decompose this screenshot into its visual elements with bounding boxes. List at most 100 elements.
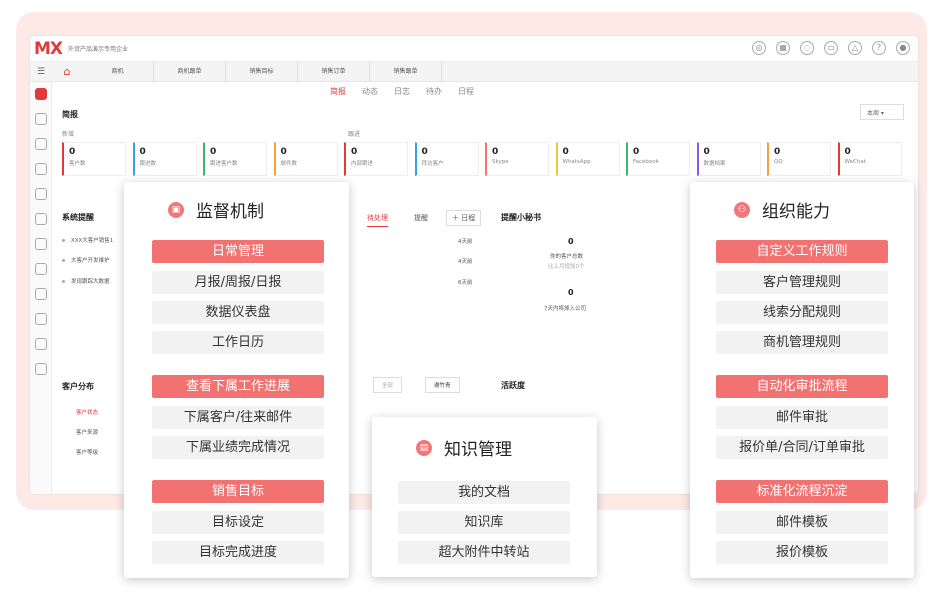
drop-count-value: 0 (568, 288, 574, 297)
lead-rules-item[interactable]: 线索分配规则 (716, 301, 888, 324)
period-select[interactable]: 本周 ▾ (860, 104, 904, 120)
subnav-activity[interactable]: 动态 (362, 86, 378, 97)
organization-title: 组织能力 (762, 202, 830, 222)
logo: MX (34, 38, 63, 59)
sidebar-contacts-icon[interactable] (34, 138, 47, 150)
kpi-label: 跟进数 (139, 161, 157, 167)
mail-approval-item[interactable]: 邮件审批 (716, 406, 888, 429)
whatsapp-icon[interactable]: ◌ (800, 41, 814, 55)
kpi-label: WeChat (844, 159, 866, 165)
customer-growth: 比上月增加0个 (548, 264, 585, 270)
company-name: 外贸产品演示专用企业 (68, 46, 129, 53)
tab-sales-follow[interactable]: 销售跟单 (370, 61, 442, 82)
report-item[interactable]: 月报/周报/日报 (152, 271, 324, 294)
target-setting-item[interactable]: 目标设定 (152, 511, 324, 534)
alert-item[interactable]: 发现跟踪大数据 (62, 277, 110, 285)
kpi-tile[interactable]: 0 客户数 (62, 142, 126, 176)
kpi-tile[interactable]: 0 跟进客户数 (203, 142, 267, 176)
knowledge-title: 知识管理 (444, 440, 512, 460)
sidebar-bag-icon[interactable] (34, 338, 47, 350)
alert-item[interactable]: 大客户开发维护 (62, 256, 110, 264)
avatar-icon[interactable]: ● (896, 41, 910, 55)
add-schedule-button[interactable]: ＋ 日程 (446, 210, 482, 226)
quote-approval-item[interactable]: 报价单/合同/订单审批 (716, 436, 888, 459)
tab-opportunity[interactable]: 商机 (82, 61, 154, 82)
subnav-todo[interactable]: 待办 (426, 86, 442, 97)
kpi-tile[interactable]: 0 WhatsApp (555, 142, 620, 176)
distribution-status[interactable]: 客户状态 (76, 408, 98, 416)
approval-flow-header[interactable]: 自动化审批流程 (716, 375, 888, 398)
target-progress-item[interactable]: 目标完成进度 (152, 541, 324, 564)
subordinate-performance-item[interactable]: 下属业绩完成情况 (152, 436, 324, 459)
headset-icon[interactable]: ◎ (752, 41, 766, 55)
tab-sales-target[interactable]: 销售目标 (226, 61, 298, 82)
subnav-brief[interactable]: 简报 (330, 86, 346, 97)
calendar-icon[interactable]: ▭ (824, 41, 838, 55)
help-icon[interactable]: ? (872, 41, 886, 55)
kpi-tile[interactable]: 0 跟进数 (132, 142, 197, 176)
sidebar-mail-icon[interactable] (34, 163, 47, 175)
custom-rules-header[interactable]: 自定义工作规则 (716, 240, 888, 263)
tab-pending[interactable]: 待处理 (367, 213, 388, 227)
subnav-log[interactable]: 日志 (394, 86, 410, 97)
mail-template-item[interactable]: 邮件模板 (716, 511, 888, 534)
organization-header: ⚇ 组织能力 (734, 197, 830, 222)
dashboard-item[interactable]: 数据仪表盘 (152, 301, 324, 324)
kpi-tile[interactable]: 0 内部跟进 (344, 142, 408, 176)
system-alert-title: 系统提醒 (62, 213, 94, 222)
kpi-value: 0 (421, 147, 428, 157)
apps-icon[interactable]: ▦ (776, 41, 790, 55)
tab-remind[interactable]: 提醒 (414, 213, 428, 223)
drop-count-label: 7天内将掉入公司 (544, 306, 586, 312)
sales-target-header[interactable]: 销售目标 (152, 480, 324, 503)
filter-user-select[interactable]: 谢竹青 (425, 377, 460, 393)
filter-all-select[interactable]: 全部 (373, 377, 403, 393)
sidebar-camera-icon[interactable] (34, 188, 47, 200)
kpi-value: 0 (210, 147, 217, 157)
distribution-source[interactable]: 客户来源 (76, 428, 98, 436)
top-bar: MX 外贸产品演示专用企业 ◎ ▦ ◌ ▭ △ ? ● (30, 36, 918, 62)
kpi-tile[interactable]: 0 邮件数 (273, 142, 338, 176)
customer-rules-item[interactable]: 客户管理规则 (716, 271, 888, 294)
menu-icon[interactable]: ☰ (30, 67, 52, 77)
kpi-tile[interactable]: 0 WeChat (837, 142, 902, 176)
tab-sales-order[interactable]: 销售订单 (298, 61, 370, 82)
top-icons: ◎ ▦ ◌ ▭ △ ? ● (752, 41, 910, 55)
quote-template-item[interactable]: 报价模板 (716, 541, 888, 564)
sidebar-doc-icon[interactable] (34, 263, 47, 275)
sidebar-report-icon[interactable] (34, 363, 47, 375)
alert-item[interactable]: XXX大客户销售1 (62, 236, 113, 244)
subordinate-customers-item[interactable]: 下属客户/往来邮件 (152, 406, 324, 429)
distribution-level[interactable]: 客户等级 (76, 448, 98, 456)
knowledge-header: ▤ 知识管理 (416, 435, 512, 460)
kpi-tile[interactable]: 0 拜访客户 (414, 142, 479, 176)
standard-process-header[interactable]: 标准化流程沉淀 (716, 480, 888, 503)
book-icon: ▤ (416, 439, 432, 456)
sidebar-home-icon[interactable] (34, 88, 47, 100)
kpi-tile[interactable]: 0 QQ (767, 142, 831, 176)
opportunity-rules-item[interactable]: 商机管理规则 (716, 331, 888, 354)
kpi-tile[interactable]: 0 Facebook (626, 142, 690, 176)
kpi-value: 0 (351, 147, 358, 157)
supervision-header: ▣ 监督机制 (168, 197, 264, 222)
activity-title: 活跃度 (501, 381, 525, 390)
work-calendar-item[interactable]: 工作日历 (152, 331, 324, 354)
kpi-tile[interactable]: 0 Skype (485, 142, 549, 176)
sidebar-list-icon[interactable] (34, 288, 47, 300)
tab-opportunity-follow[interactable]: 商机跟单 (154, 61, 226, 82)
sidebar-compass-icon[interactable] (34, 213, 47, 225)
sidebar-a-icon[interactable] (34, 238, 47, 250)
bell-icon[interactable]: △ (848, 41, 862, 55)
my-documents-item[interactable]: 我的文档 (398, 481, 570, 504)
large-attachment-item[interactable]: 超大附件中转站 (398, 541, 570, 564)
daily-management-header[interactable]: 日常管理 (152, 240, 324, 263)
knowledge-base-item[interactable]: 知识库 (398, 511, 570, 534)
sidebar-chat-icon[interactable] (34, 313, 47, 325)
sidebar-customer-icon[interactable] (34, 113, 47, 125)
sub-navigation: 简报 动态 日志 待办 日程 (330, 86, 474, 97)
kpi-tile[interactable]: 0 数据档案 (696, 142, 761, 176)
home-tab-icon[interactable]: ⌂ (52, 65, 82, 78)
customer-total-value: 0 (568, 237, 574, 246)
subnav-schedule[interactable]: 日程 (458, 86, 474, 97)
subordinate-progress-header[interactable]: 查看下属工作进展 (152, 375, 324, 398)
